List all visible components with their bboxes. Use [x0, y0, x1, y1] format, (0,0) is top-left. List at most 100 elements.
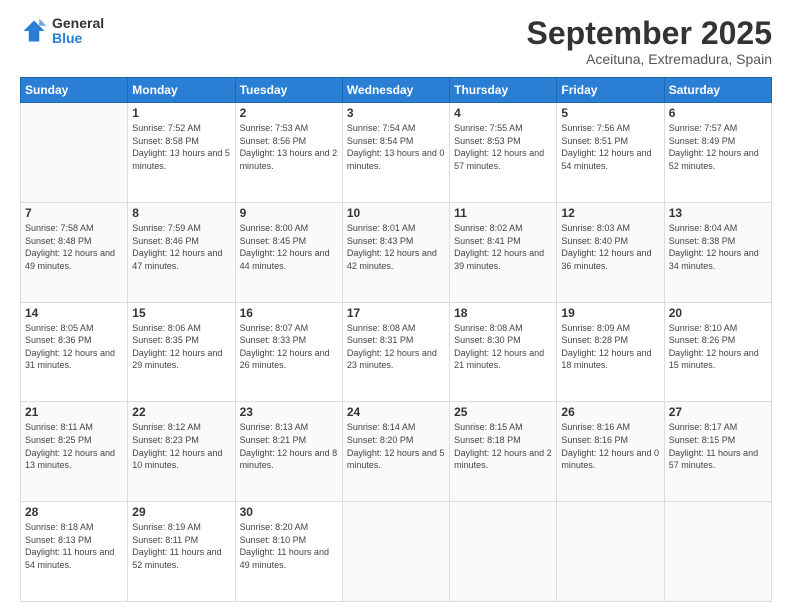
day-info: Sunrise: 8:01 AMSunset: 8:43 PMDaylight:…: [347, 222, 445, 272]
weekday-header: Saturday: [664, 78, 771, 103]
calendar-cell: [342, 502, 449, 602]
day-info: Sunrise: 8:05 AMSunset: 8:36 PMDaylight:…: [25, 322, 123, 372]
logo-general-text: General: [52, 16, 104, 31]
calendar-cell: 1 Sunrise: 7:52 AMSunset: 8:58 PMDaylight…: [128, 103, 235, 203]
calendar-cell: 7 Sunrise: 7:58 AMSunset: 8:48 PMDaylight…: [21, 202, 128, 302]
calendar-week-row: 7 Sunrise: 7:58 AMSunset: 8:48 PMDaylight…: [21, 202, 772, 302]
calendar-cell: 10 Sunrise: 8:01 AMSunset: 8:43 PMDayligh…: [342, 202, 449, 302]
day-number: 29: [132, 505, 230, 519]
calendar-cell: 26 Sunrise: 8:16 AMSunset: 8:16 PMDayligh…: [557, 402, 664, 502]
calendar-cell: 21 Sunrise: 8:11 AMSunset: 8:25 PMDayligh…: [21, 402, 128, 502]
calendar-cell: 5Sunrise: 7:56 AMSunset: 8:51 PMDaylight…: [557, 103, 664, 203]
weekday-header: Monday: [128, 78, 235, 103]
day-info: Sunrise: 8:02 AMSunset: 8:41 PMDaylight:…: [454, 222, 552, 272]
day-number: 26: [561, 405, 659, 419]
day-info: Sunrise: 8:08 AMSunset: 8:30 PMDaylight:…: [454, 322, 552, 372]
day-number: 13: [669, 206, 767, 220]
month-title: September 2025: [527, 16, 772, 51]
day-info: Sunrise: 8:11 AMSunset: 8:25 PMDaylight:…: [25, 421, 123, 471]
day-number: 2: [240, 106, 338, 120]
calendar-cell: [664, 502, 771, 602]
calendar-table: SundayMondayTuesdayWednesdayThursdayFrid…: [20, 77, 772, 602]
calendar-cell: 23Sunrise: 8:13 AMSunset: 8:21 PMDayligh…: [235, 402, 342, 502]
day-number: 27: [669, 405, 767, 419]
day-number: 4: [454, 106, 552, 120]
day-info: Sunrise: 8:14 AMSunset: 8:20 PMDaylight:…: [347, 421, 445, 471]
weekday-header: Sunday: [21, 78, 128, 103]
calendar-cell: 16Sunrise: 8:07 AMSunset: 8:33 PMDayligh…: [235, 302, 342, 402]
day-info: Sunrise: 8:08 AMSunset: 8:31 PMDaylight:…: [347, 322, 445, 372]
day-number: 20: [669, 306, 767, 320]
weekday-header: Tuesday: [235, 78, 342, 103]
header: General Blue September 2025 Aceituna, Ex…: [20, 16, 772, 67]
day-number: 1: [132, 106, 230, 120]
day-info: Sunrise: 8:15 AMSunset: 8:18 PMDaylight:…: [454, 421, 552, 471]
calendar-cell: 28Sunrise: 8:18 AMSunset: 8:13 PMDayligh…: [21, 502, 128, 602]
calendar-cell: 4Sunrise: 7:55 AMSunset: 8:53 PMDaylight…: [450, 103, 557, 203]
day-info: Sunrise: 7:53 AMSunset: 8:56 PMDaylight:…: [240, 122, 338, 172]
logo-icon: [20, 17, 48, 45]
calendar-cell: 24 Sunrise: 8:14 AMSunset: 8:20 PMDayligh…: [342, 402, 449, 502]
day-number: 10: [347, 206, 445, 220]
weekday-header: Thursday: [450, 78, 557, 103]
calendar-cell: 9Sunrise: 8:00 AMSunset: 8:45 PMDaylight…: [235, 202, 342, 302]
calendar-cell: 19 Sunrise: 8:09 AMSunset: 8:28 PMDayligh…: [557, 302, 664, 402]
day-number: 9: [240, 206, 338, 220]
day-number: 21: [25, 405, 123, 419]
calendar-week-row: 14Sunrise: 8:05 AMSunset: 8:36 PMDayligh…: [21, 302, 772, 402]
day-number: 19: [561, 306, 659, 320]
day-info: Sunrise: 8:10 AMSunset: 8:26 PMDaylight:…: [669, 322, 767, 372]
calendar-cell: [21, 103, 128, 203]
day-number: 18: [454, 306, 552, 320]
calendar-cell: 2 Sunrise: 7:53 AMSunset: 8:56 PMDaylight…: [235, 103, 342, 203]
calendar-cell: 27 Sunrise: 8:17 AMSunset: 8:15 PMDayligh…: [664, 402, 771, 502]
calendar-cell: 17 Sunrise: 8:08 AMSunset: 8:31 PMDayligh…: [342, 302, 449, 402]
day-info: Sunrise: 8:18 AMSunset: 8:13 PMDaylight:…: [25, 521, 123, 571]
day-number: 6: [669, 106, 767, 120]
day-info: Sunrise: 8:20 AMSunset: 8:10 PMDaylight:…: [240, 521, 338, 571]
calendar-cell: 20 Sunrise: 8:10 AMSunset: 8:26 PMDayligh…: [664, 302, 771, 402]
day-number: 7: [25, 206, 123, 220]
day-number: 8: [132, 206, 230, 220]
day-info: Sunrise: 7:56 AMSunset: 8:51 PMDaylight:…: [561, 122, 659, 172]
day-info: Sunrise: 7:57 AMSunset: 8:49 PMDaylight:…: [669, 122, 767, 172]
calendar-cell: [450, 502, 557, 602]
day-info: Sunrise: 8:17 AMSunset: 8:15 PMDaylight:…: [669, 421, 767, 471]
day-info: Sunrise: 8:04 AMSunset: 8:38 PMDaylight:…: [669, 222, 767, 272]
calendar-cell: 15 Sunrise: 8:06 AMSunset: 8:35 PMDayligh…: [128, 302, 235, 402]
day-number: 22: [132, 405, 230, 419]
day-info: Sunrise: 8:03 AMSunset: 8:40 PMDaylight:…: [561, 222, 659, 272]
day-info: Sunrise: 7:54 AMSunset: 8:54 PMDaylight:…: [347, 122, 445, 172]
day-number: 17: [347, 306, 445, 320]
calendar-week-row: 21 Sunrise: 8:11 AMSunset: 8:25 PMDayligh…: [21, 402, 772, 502]
calendar-cell: 22 Sunrise: 8:12 AMSunset: 8:23 PMDayligh…: [128, 402, 235, 502]
calendar-cell: 6 Sunrise: 7:57 AMSunset: 8:49 PMDaylight…: [664, 103, 771, 203]
day-info: Sunrise: 8:09 AMSunset: 8:28 PMDaylight:…: [561, 322, 659, 372]
day-number: 24: [347, 405, 445, 419]
calendar-header-row: SundayMondayTuesdayWednesdayThursdayFrid…: [21, 78, 772, 103]
day-number: 11: [454, 206, 552, 220]
calendar-week-row: 28Sunrise: 8:18 AMSunset: 8:13 PMDayligh…: [21, 502, 772, 602]
calendar-cell: 13 Sunrise: 8:04 AMSunset: 8:38 PMDayligh…: [664, 202, 771, 302]
logo-blue-text: Blue: [52, 31, 104, 46]
day-info: Sunrise: 8:13 AMSunset: 8:21 PMDaylight:…: [240, 421, 338, 471]
day-info: Sunrise: 7:52 AMSunset: 8:58 PMDaylight:…: [132, 122, 230, 172]
calendar-cell: 14Sunrise: 8:05 AMSunset: 8:36 PMDayligh…: [21, 302, 128, 402]
calendar-cell: 29Sunrise: 8:19 AMSunset: 8:11 PMDayligh…: [128, 502, 235, 602]
title-area: September 2025 Aceituna, Extremadura, Sp…: [527, 16, 772, 67]
day-info: Sunrise: 8:16 AMSunset: 8:16 PMDaylight:…: [561, 421, 659, 471]
day-number: 15: [132, 306, 230, 320]
calendar-cell: 11 Sunrise: 8:02 AMSunset: 8:41 PMDayligh…: [450, 202, 557, 302]
calendar-cell: [557, 502, 664, 602]
calendar-cell: 12 Sunrise: 8:03 AMSunset: 8:40 PMDayligh…: [557, 202, 664, 302]
location-subtitle: Aceituna, Extremadura, Spain: [527, 51, 772, 67]
calendar-cell: 25Sunrise: 8:15 AMSunset: 8:18 PMDayligh…: [450, 402, 557, 502]
day-info: Sunrise: 8:06 AMSunset: 8:35 PMDaylight:…: [132, 322, 230, 372]
calendar-week-row: 1 Sunrise: 7:52 AMSunset: 8:58 PMDaylight…: [21, 103, 772, 203]
day-number: 12: [561, 206, 659, 220]
weekday-header: Friday: [557, 78, 664, 103]
calendar-cell: 18 Sunrise: 8:08 AMSunset: 8:30 PMDayligh…: [450, 302, 557, 402]
day-info: Sunrise: 8:12 AMSunset: 8:23 PMDaylight:…: [132, 421, 230, 471]
day-info: Sunrise: 7:58 AMSunset: 8:48 PMDaylight:…: [25, 222, 123, 272]
day-number: 3: [347, 106, 445, 120]
